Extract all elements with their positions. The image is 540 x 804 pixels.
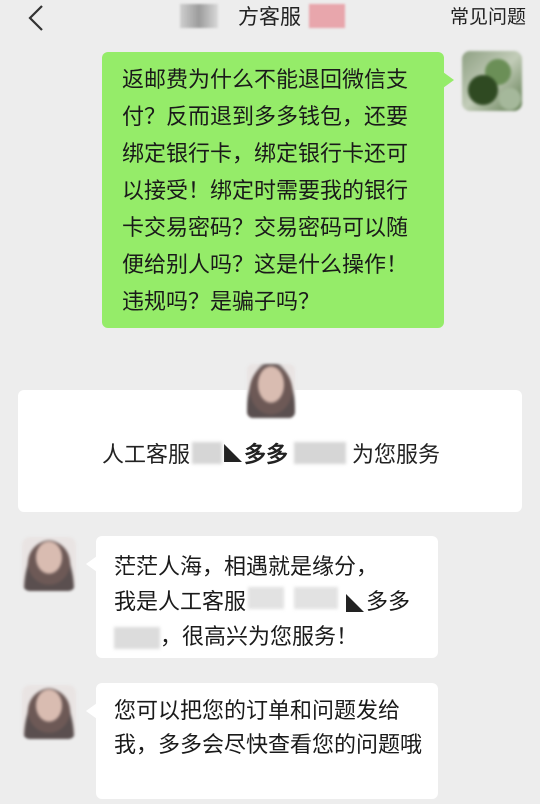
agent-message-suffix: ，很高兴为您服务！	[160, 625, 359, 650]
agent-message-prefix: 我是人工客服	[114, 590, 247, 615]
agent-name: 多多	[366, 590, 411, 615]
user-message-text: 返邮费为什么不能退回微信支付？反而退到多多钱包，还要绑定银行卡，绑定银行卡还可以…	[122, 68, 409, 315]
agent-message-bubble[interactable]: 茫茫人海，相遇就是缘分， 我是人工客服 多多 ，很高兴为您服务！	[86, 536, 438, 658]
chat-header: 方客服 常见问题	[0, 0, 540, 36]
user-avatar[interactable]	[462, 51, 522, 111]
redacted-title-suffix	[309, 4, 345, 28]
agent-message-text: 您可以把您的订单和问题发给我，多多会尽快查看您的问题哦	[114, 699, 423, 758]
redaction-mark	[346, 594, 365, 612]
agent-message-line: 茫茫人海，相遇就是缘分，	[114, 555, 379, 580]
redacted-title-prefix	[180, 4, 218, 28]
agent-intro-prefix: 人工客服	[102, 443, 191, 468]
redacted-text	[192, 442, 223, 464]
chevron-left-icon	[28, 5, 43, 31]
agent-intro-suffix: 为您服务	[352, 443, 441, 468]
redacted-text	[294, 442, 347, 464]
agent-message-bubble[interactable]: 您可以把您的订单和问题发给我，多多会尽快查看您的问题哦	[86, 683, 438, 799]
redacted-text	[114, 627, 160, 649]
agent-intro-text: 人工客服 多多 为您服务	[102, 438, 440, 468]
redaction-mark	[224, 444, 243, 462]
faq-link[interactable]: 常见问题	[450, 2, 526, 29]
redacted-text	[294, 587, 339, 609]
chat-title: 方客服	[180, 0, 380, 32]
agent-name: 多多	[244, 443, 289, 468]
agent-avatar[interactable]	[22, 685, 76, 739]
agent-message-line: ，很高兴为您服务！	[114, 620, 424, 655]
user-message-bubble[interactable]: 返邮费为什么不能退回微信支付？反而退到多多钱包，还要绑定银行卡，绑定银行卡还可以…	[102, 52, 454, 328]
agent-card-avatar	[247, 364, 295, 418]
agent-avatar[interactable]	[22, 537, 76, 591]
back-button[interactable]	[22, 4, 50, 32]
agent-message-line: 我是人工客服 多多	[114, 585, 424, 620]
redacted-text	[248, 587, 285, 609]
chat-title-text: 方客服	[238, 5, 301, 29]
